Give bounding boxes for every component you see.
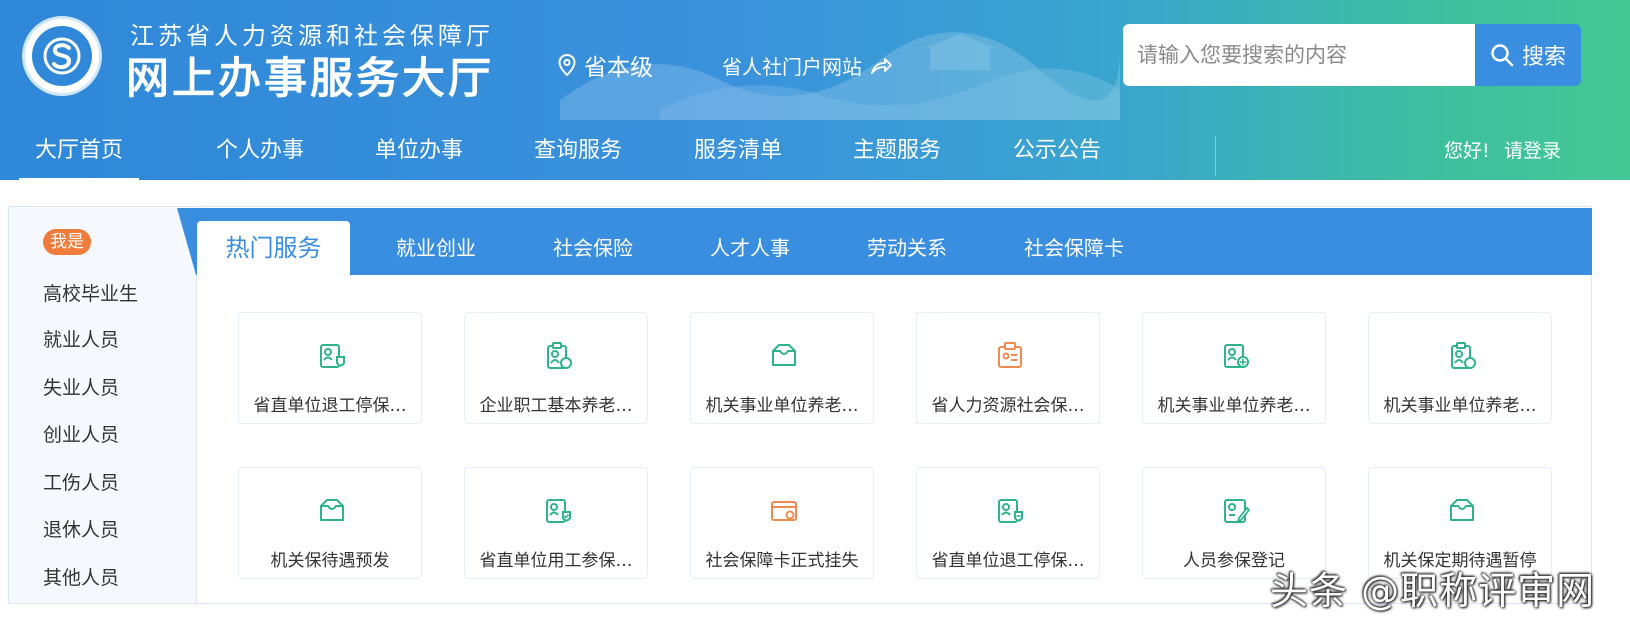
sidebar-item-unemployed[interactable]: 失业人员	[43, 373, 119, 400]
person-doc-plus-icon	[1224, 344, 1249, 368]
iam-badge: 我是	[43, 229, 91, 255]
service-card[interactable]: 省直单位退工停保…	[238, 312, 422, 424]
person-doc-shield-icon	[320, 344, 345, 368]
tab-employment[interactable]: 就业创业	[396, 232, 476, 261]
search-button-label: 搜索	[1521, 45, 1566, 70]
main-nav: 大厅首页 个人办事 单位办事 查询服务 服务清单 主题服务 公示公告 您好! 请…	[0, 118, 1630, 180]
region-selector[interactable]: 省本级	[558, 48, 653, 82]
portal-link-label: 省人社门户网站	[722, 55, 862, 79]
nav-item-theme[interactable]: 主题服务	[853, 132, 941, 164]
header-banner: 江苏省人力资源和社会保障厅 网上办事服务大厅 省本级 省人社门户网站 搜索 大厅…	[0, 0, 1630, 180]
tab-social-insurance[interactable]: 社会保险	[553, 232, 633, 261]
clipboard-person-icon	[547, 342, 572, 369]
sidebar-item-others[interactable]: 其他人员	[43, 563, 119, 590]
inbox-tray-icon	[1450, 499, 1474, 521]
social-security-logo-icon	[43, 37, 81, 75]
nav-item-personal[interactable]: 个人办事	[216, 132, 304, 164]
nav-item-employer[interactable]: 单位办事	[375, 132, 463, 164]
tab-social-security-card[interactable]: 社会保障卡	[1024, 232, 1124, 261]
service-card-label: 省直单位退工停保…	[931, 551, 1085, 571]
person-doc-minus-icon	[998, 499, 1023, 523]
service-card-label: 机关保待遇预发	[270, 551, 390, 571]
service-card[interactable]: 社会保障卡正式挂失	[690, 467, 874, 579]
greeting-text: 您好!	[1444, 140, 1490, 162]
service-card[interactable]: 机关事业单位养老…	[1142, 312, 1326, 424]
region-label: 省本级	[584, 55, 653, 81]
nav-item-notice[interactable]: 公示公告	[1013, 132, 1101, 164]
emblem-logo	[22, 16, 102, 96]
sidebar-item-retired[interactable]: 退休人员	[43, 515, 119, 542]
inbox-tray-icon	[772, 344, 796, 366]
service-card[interactable]: 机关事业单位养老…	[1368, 312, 1552, 424]
inbox-tray-icon	[320, 499, 344, 521]
service-card-label: 社会保障卡正式挂失	[705, 551, 859, 571]
card-icon	[771, 501, 797, 521]
service-card-label: 省直单位退工停保…	[253, 396, 407, 416]
search-input[interactable]	[1123, 24, 1475, 86]
service-card-label: 机关事业单位养老…	[1383, 396, 1537, 416]
portal-title: 网上办事服务大厅	[126, 54, 494, 104]
service-card-label: 省直单位用工参保…	[479, 551, 633, 571]
search-icon	[1491, 44, 1514, 67]
clipboard-list-icon	[998, 342, 1022, 368]
user-type-sidebar: 我是 高校毕业生 就业人员 失业人员 创业人员 工伤人员 退休人员 其他人员	[8, 206, 196, 604]
portal-website-link[interactable]: 省人社门户网站	[722, 51, 892, 80]
service-card[interactable]: 企业职工基本养老…	[464, 312, 648, 424]
share-arrow-icon	[871, 57, 892, 74]
sidebar-item-employed[interactable]: 就业人员	[43, 325, 119, 352]
service-card-label: 机关事业单位养老…	[1157, 396, 1311, 416]
nav-item-service-list[interactable]: 服务清单	[694, 132, 782, 164]
clipboard-person-icon	[1451, 342, 1476, 369]
tab-talent[interactable]: 人才人事	[710, 232, 790, 261]
tab-labor-relations[interactable]: 劳动关系	[867, 232, 947, 261]
service-card[interactable]: 省人力资源社会保…	[916, 312, 1100, 424]
person-doc-check-icon	[546, 499, 571, 523]
nav-divider	[1215, 136, 1216, 176]
service-card[interactable]: 机关事业单位养老…	[690, 312, 874, 424]
service-card-label: 省人力资源社会保…	[931, 396, 1085, 416]
sidebar-item-injured[interactable]: 工伤人员	[43, 468, 119, 495]
sidebar-item-entrepreneurs[interactable]: 创业人员	[43, 420, 119, 447]
tab-hot-services[interactable]: 热门服务	[197, 221, 350, 275]
search-button[interactable]: 搜索	[1475, 24, 1581, 86]
watermark-text: 头条 @职称评审网	[1270, 569, 1596, 613]
service-card[interactable]: 省直单位退工停保…	[916, 467, 1100, 579]
login-link[interactable]: 请登录	[1504, 136, 1561, 163]
service-card[interactable]: 机关保待遇预发	[238, 467, 422, 579]
location-pin-icon	[558, 54, 576, 76]
doc-pen-icon	[1224, 499, 1251, 523]
sidebar-item-graduates[interactable]: 高校毕业生	[43, 279, 138, 306]
nav-item-home[interactable]: 大厅首页	[18, 132, 140, 180]
service-card-label: 企业职工基本养老…	[479, 396, 633, 416]
nav-item-query[interactable]: 查询服务	[534, 132, 622, 164]
service-card-label: 机关事业单位养老…	[705, 396, 859, 416]
service-card[interactable]: 省直单位用工参保…	[464, 467, 648, 579]
